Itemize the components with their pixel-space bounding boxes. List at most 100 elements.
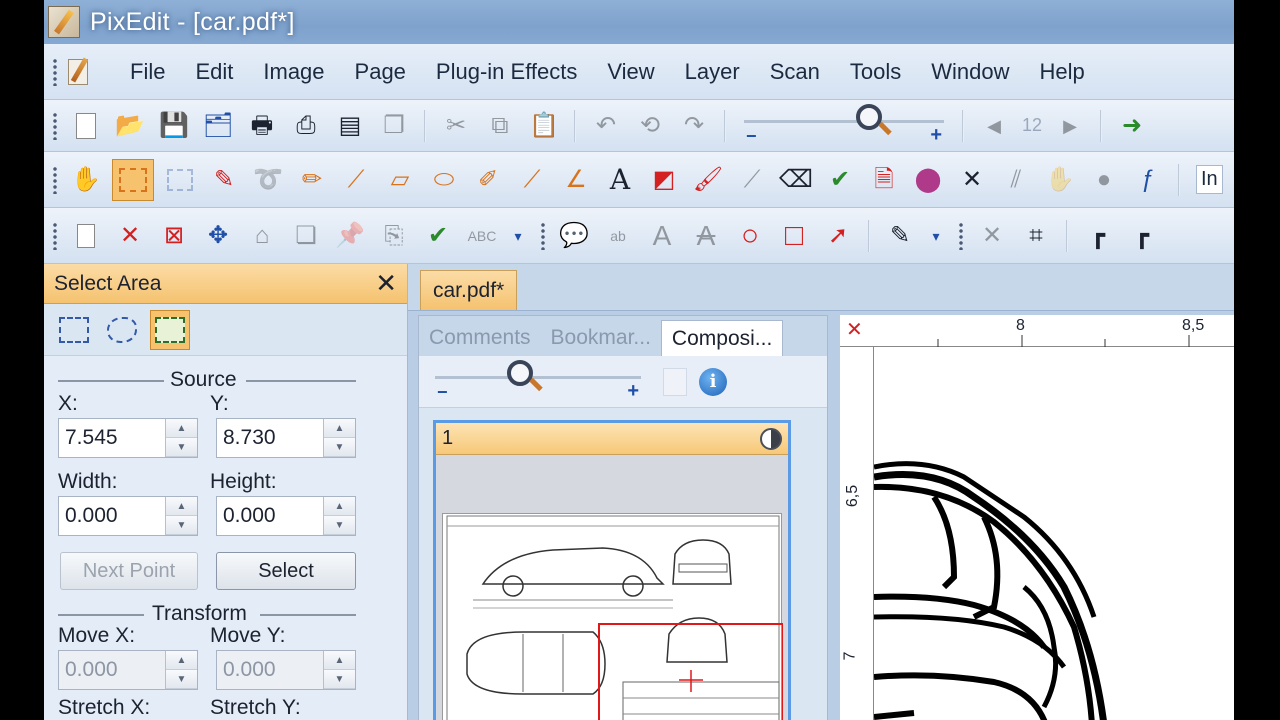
height-spinner[interactable]: ▲ ▼ — [323, 497, 355, 535]
freehand-icon[interactable]: ✐ — [470, 162, 506, 198]
magnifier-icon[interactable] — [507, 359, 533, 386]
menu-image[interactable]: Image — [251, 59, 336, 85]
x-field[interactable]: 7.545 ▲ ▼ — [58, 418, 198, 458]
pipette-icon[interactable]: ⫽ — [998, 162, 1034, 198]
toolbar-grip[interactable] — [52, 57, 58, 86]
page-thumbnail[interactable]: 1 — [433, 420, 791, 720]
text-tool-icon[interactable]: A — [602, 162, 638, 198]
document-edit-icon[interactable]: 🗎 — [866, 162, 902, 198]
text-annotation-icon[interactable]: A — [644, 218, 680, 254]
delete-icon[interactable]: ✕ — [112, 218, 148, 254]
page-icon[interactable] — [663, 367, 687, 396]
stamp2-icon[interactable]: ⎘ — [376, 218, 412, 254]
move-icon[interactable]: ✥ — [200, 218, 236, 254]
move-y-field[interactable]: 0.000 ▲ ▼ — [216, 650, 356, 690]
height-value[interactable]: 0.000 — [217, 504, 323, 528]
move-x-field[interactable]: 0.000 ▲ ▼ — [58, 650, 198, 690]
next-point-button[interactable]: Next Point — [60, 552, 198, 590]
line-tool-icon[interactable]: ⟋ — [338, 162, 374, 198]
fill-icon[interactable]: ◩ — [646, 162, 682, 198]
pages-icon[interactable]: ❏ — [288, 218, 324, 254]
pencil-icon[interactable]: ✏ — [294, 162, 330, 198]
zoom-out-icon[interactable]: − — [746, 126, 757, 147]
toolbar-overflow-icon[interactable]: ▾ — [508, 218, 528, 254]
text-highlight-icon[interactable]: ab — [600, 218, 636, 254]
pan-hand-icon[interactable]: ✋ — [68, 162, 104, 198]
new-document-icon[interactable] — [68, 108, 104, 144]
font-tool-icon[interactable]: ƒ — [1130, 162, 1166, 198]
corner-icon[interactable]: ┏ — [1124, 218, 1160, 254]
select-object-icon[interactable] — [162, 162, 198, 198]
page-view[interactable] — [873, 347, 1234, 720]
toolbar-grip[interactable] — [52, 165, 58, 194]
toolbar-text-field[interactable]: In — [1196, 165, 1223, 194]
menu-window[interactable]: Window — [919, 59, 1021, 85]
x-value[interactable]: 7.545 — [59, 426, 165, 450]
magnifier-icon[interactable] — [856, 103, 882, 130]
menu-edit[interactable]: Edit — [183, 59, 245, 85]
annotation-brush-icon[interactable]: ✎ — [882, 218, 918, 254]
paste-icon[interactable]: 📋 — [526, 108, 562, 144]
previous-page-icon[interactable]: ◀ — [976, 108, 1012, 144]
select-area-tool-icon[interactable] — [112, 158, 154, 201]
close-icon[interactable]: ✕ — [375, 268, 397, 299]
select-button[interactable]: Select — [216, 552, 356, 590]
color-palette-icon[interactable]: ⬤ — [910, 162, 946, 198]
redo-icon[interactable]: ↷ — [676, 108, 712, 144]
thumbnail-zoom-slider[interactable]: − + — [435, 359, 641, 403]
zoom-in-icon[interactable]: + — [627, 380, 639, 403]
menu-page[interactable]: Page — [343, 59, 418, 85]
print-icon[interactable]: 🖶 — [244, 108, 280, 144]
move-y-spinner[interactable]: ▲ ▼ — [323, 651, 355, 689]
y-field[interactable]: 8.730 ▲ ▼ — [216, 418, 356, 458]
contrast-icon[interactable] — [760, 427, 782, 450]
zoom-out-icon[interactable]: − — [437, 382, 448, 403]
airbrush-icon[interactable]: ⟋ — [734, 162, 770, 198]
move-x-value[interactable]: 0.000 — [59, 658, 165, 682]
zoom-in-icon[interactable]: + — [930, 124, 942, 147]
width-field[interactable]: 0.000 ▲ ▼ — [58, 496, 198, 536]
toolbar-grip[interactable] — [52, 221, 58, 250]
scan-icon[interactable]: ⎙ — [288, 108, 324, 144]
stamp-icon[interactable]: ✋ — [1042, 162, 1078, 198]
arrow-annotation-icon[interactable]: ➚ — [820, 218, 856, 254]
zoom-slider[interactable]: − + — [744, 103, 944, 147]
info-icon[interactable]: i — [699, 367, 727, 396]
menu-scan[interactable]: Scan — [758, 59, 832, 85]
copy-page-icon[interactable]: ❐ — [376, 108, 412, 144]
pin-icon[interactable]: 📌 — [332, 218, 368, 254]
save-all-icon[interactable]: 🗂 — [200, 108, 236, 144]
undo-icon[interactable]: ↶ — [588, 108, 624, 144]
menu-plugin-effects[interactable]: Plug-in Effects — [424, 59, 589, 85]
crop-icon[interactable]: ⌗ — [1018, 218, 1054, 254]
y-spinner[interactable]: ▲ ▼ — [323, 419, 355, 457]
properties-icon[interactable]: ▤ — [332, 108, 368, 144]
clean-icon[interactable]: ⌂ — [244, 218, 280, 254]
width-value[interactable]: 0.000 — [59, 504, 165, 528]
tab-bookmarks[interactable]: Bookmar... — [541, 320, 661, 356]
next-page-icon[interactable]: ▶ — [1052, 108, 1088, 144]
document-menu-icon[interactable] — [64, 57, 90, 87]
menu-tools[interactable]: Tools — [838, 59, 913, 85]
menu-view[interactable]: View — [595, 59, 666, 85]
toolbar-overflow-icon[interactable]: ▾ — [926, 218, 946, 254]
move-x-spinner[interactable]: ▲ ▼ — [165, 651, 197, 689]
y-value[interactable]: 8.730 — [217, 426, 323, 450]
undo-all-icon[interactable]: ⟲ — [632, 108, 668, 144]
toolbar-grip[interactable] — [958, 221, 964, 250]
angle-tool-icon[interactable]: ∠ — [558, 162, 594, 198]
check-tool-icon[interactable]: ✔ — [822, 162, 858, 198]
menu-help[interactable]: Help — [1027, 59, 1096, 85]
delete-page-icon[interactable]: ⊠ — [156, 218, 192, 254]
circle-annotation-icon[interactable]: ○ — [732, 218, 768, 254]
move-y-value[interactable]: 0.000 — [217, 658, 323, 682]
document-tab[interactable]: car.pdf* — [420, 270, 518, 310]
abc-icon[interactable]: ABC — [464, 218, 500, 254]
comment-icon[interactable]: 💬 — [556, 218, 592, 254]
menu-layer[interactable]: Layer — [673, 59, 752, 85]
verify-icon[interactable]: ✔ — [420, 218, 456, 254]
width-spinner[interactable]: ▲ ▼ — [165, 497, 197, 535]
polyline-icon[interactable]: ⟋ — [514, 162, 550, 198]
copy-icon[interactable]: ⧉ — [482, 108, 518, 144]
open-folder-icon[interactable]: 📂 — [112, 108, 148, 144]
